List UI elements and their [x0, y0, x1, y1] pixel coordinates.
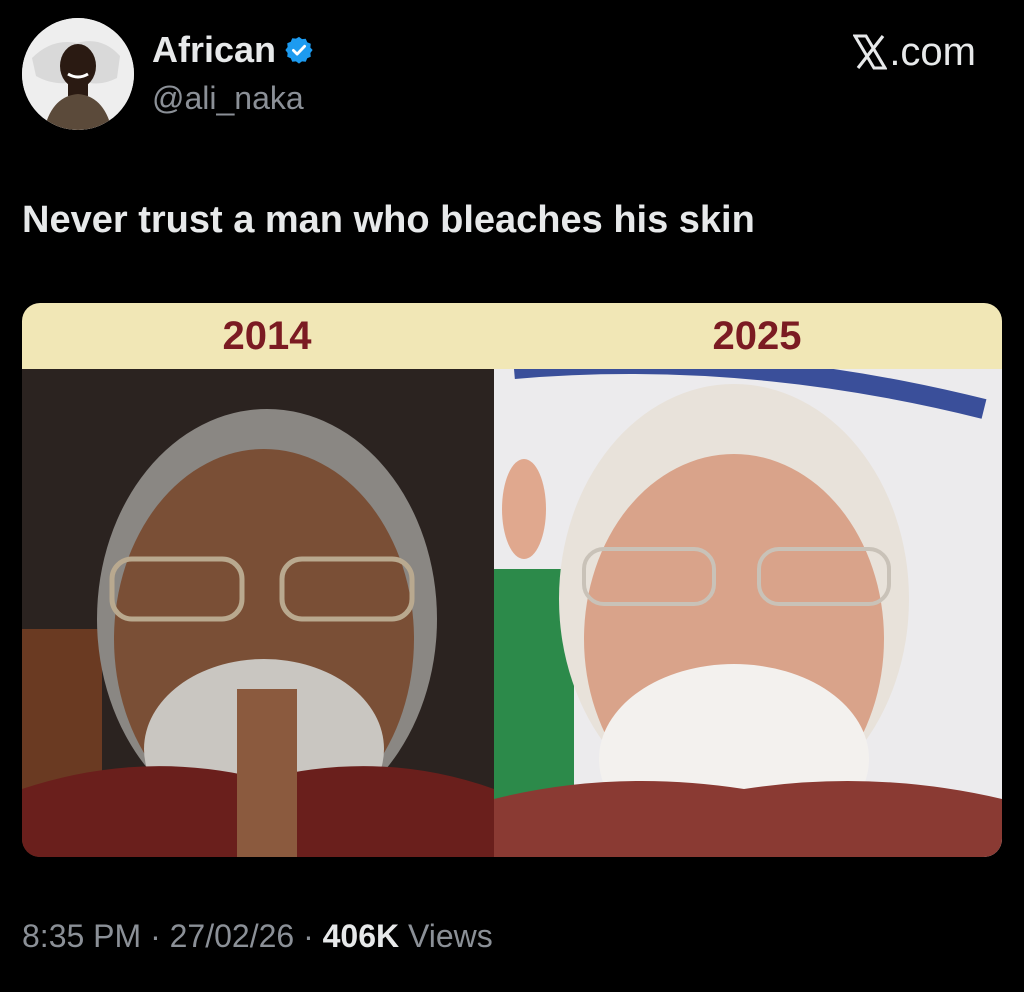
media-label-bar: 2014 2025	[22, 303, 1002, 369]
meta-separator: ·	[150, 918, 161, 954]
author-display-name[interactable]: African	[152, 30, 276, 70]
verified-badge-icon	[285, 36, 313, 64]
views-count[interactable]: 406K	[323, 918, 400, 954]
year-label-right: 2025	[712, 314, 802, 358]
brand-watermark: .com	[853, 30, 976, 74]
photo-right	[494, 369, 1002, 857]
year-label-left: 2014	[222, 314, 312, 358]
author-handle[interactable]: @ali_naka	[152, 78, 304, 118]
tweet-date[interactable]: 27/02/26	[170, 918, 295, 954]
avatar-photo	[22, 18, 134, 130]
brand-suffix: .com	[889, 30, 976, 74]
tweet-meta: 8:35 PM · 27/02/26 · 406K Views	[22, 914, 493, 958]
tweet-text: Never trust a man who bleaches his skin	[22, 199, 755, 241]
x-logo-icon	[853, 34, 888, 70]
tweet-time[interactable]: 8:35 PM	[22, 918, 141, 954]
author-name-row: African	[152, 30, 314, 70]
photo-left	[22, 369, 494, 857]
avatar[interactable]	[22, 18, 134, 130]
meta-separator: ·	[303, 918, 314, 954]
views-label: Views	[408, 918, 493, 954]
tweet-media[interactable]: 2014 2025	[22, 303, 1002, 857]
